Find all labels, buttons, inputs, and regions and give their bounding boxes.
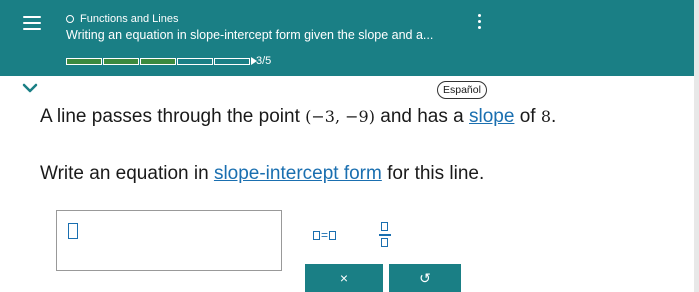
- collapse-button[interactable]: [10, 78, 50, 100]
- menu-icon-line: [23, 22, 41, 24]
- fraction-bar: [379, 234, 391, 236]
- espanol-button[interactable]: Español: [437, 81, 487, 99]
- undo-button[interactable]: ↺: [389, 264, 461, 292]
- topic-row: Functions and Lines: [66, 11, 178, 27]
- topic-label: Functions and Lines: [80, 13, 179, 25]
- point-value: (−3, −9): [305, 107, 375, 126]
- menu-button[interactable]: [20, 12, 46, 34]
- more-vertical-icon[interactable]: [474, 10, 486, 32]
- question-prefix: A line passes through the point: [40, 106, 306, 127]
- chevron-down-icon: [22, 83, 38, 93]
- slope-link[interactable]: slope: [469, 106, 514, 127]
- equals-sign: =: [321, 228, 329, 242]
- circle-icon: [66, 15, 74, 23]
- placeholder-box: [381, 222, 388, 231]
- progress-bar: [66, 55, 257, 67]
- progress-count: 3/5: [256, 55, 272, 67]
- placeholder-box: [313, 230, 320, 240]
- slope-value: 8: [540, 107, 552, 126]
- progress-segment: [66, 57, 102, 65]
- instruction-text: Write an equation in slope-intercept for…: [40, 163, 484, 185]
- kebab-dot: [478, 26, 481, 29]
- question-text: A line passes through the point (−3, −9)…: [40, 106, 556, 128]
- menu-icon-line: [23, 16, 41, 18]
- answer-input[interactable]: [56, 210, 282, 271]
- progress-segment: [214, 57, 250, 65]
- lesson-title: Writing an equation in slope-intercept f…: [66, 28, 434, 42]
- question-suffix: .: [551, 106, 557, 127]
- undo-icon: ↺: [419, 269, 431, 286]
- instruction-prefix: Write an equation in: [40, 163, 214, 184]
- input-cursor: [68, 223, 78, 239]
- close-icon: ×: [339, 270, 349, 286]
- question-of: of: [514, 106, 541, 127]
- menu-icon-line: [23, 28, 41, 30]
- placeholder-box: [329, 230, 337, 240]
- progress-segment: [103, 57, 139, 65]
- equation-template-button[interactable]: =: [313, 226, 337, 244]
- lesson-header: Functions and Lines Writing an equation …: [0, 0, 699, 76]
- instruction-suffix: for this line.: [381, 163, 485, 184]
- kebab-dot: [478, 14, 481, 17]
- placeholder-box: [381, 238, 388, 247]
- fraction-button[interactable]: [377, 220, 393, 250]
- question-middle: and has a: [374, 106, 469, 127]
- slope-intercept-link[interactable]: slope-intercept form: [214, 163, 382, 184]
- progress-segment: [140, 57, 176, 65]
- math-palette: =: [301, 210, 461, 270]
- scrollbar[interactable]: [694, 0, 699, 292]
- clear-button[interactable]: ×: [305, 264, 383, 292]
- progress-segment: [177, 57, 213, 65]
- kebab-dot: [478, 20, 481, 23]
